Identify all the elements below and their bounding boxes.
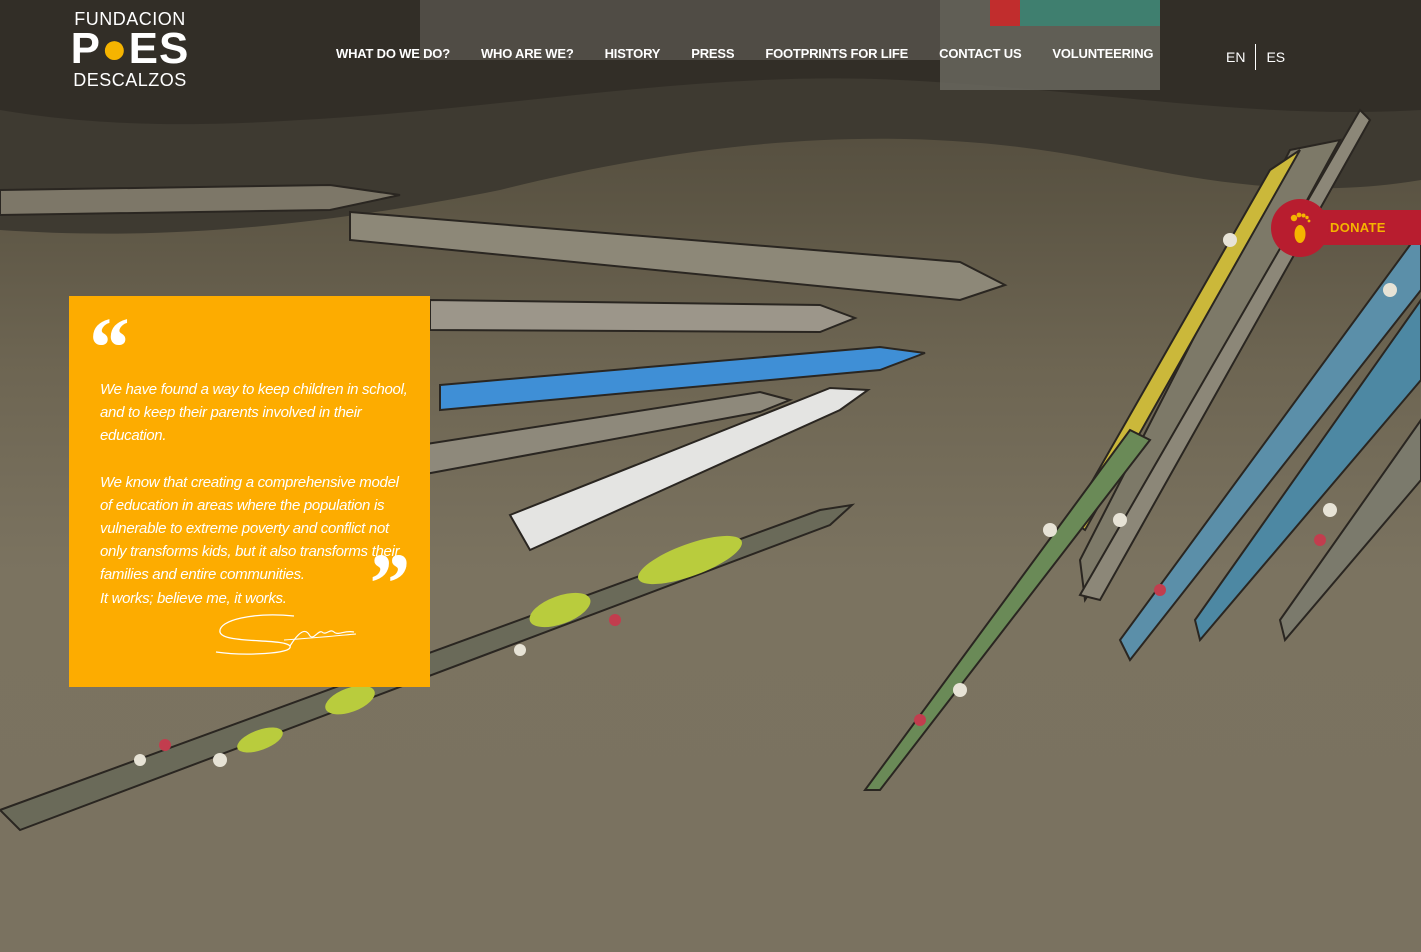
nav-item-contact-us[interactable]: CONTACT US bbox=[939, 46, 1021, 64]
logo-line-2: P●ES bbox=[70, 24, 190, 73]
logo-line-3: DESCALZOS bbox=[73, 70, 187, 90]
donate-label: DONATE bbox=[1330, 220, 1386, 235]
language-es-link[interactable]: ES bbox=[1266, 49, 1285, 65]
language-en-link[interactable]: EN bbox=[1226, 49, 1245, 65]
language-switcher: EN ES bbox=[1226, 44, 1285, 70]
donate-button[interactable]: DONATE bbox=[1271, 199, 1421, 257]
quote-box: “ We have found a way to keep children i… bbox=[69, 296, 430, 687]
nav-item-who-are-we[interactable]: WHO ARE WE? bbox=[481, 46, 574, 64]
language-divider bbox=[1255, 44, 1257, 70]
main-navigation: WHAT DO WE DO? WHO ARE WE? HISTORY PRESS… bbox=[336, 46, 1184, 64]
nav-item-what-do-we-do[interactable]: WHAT DO WE DO? bbox=[336, 46, 450, 64]
nav-item-history[interactable]: HISTORY bbox=[605, 46, 661, 64]
nav-item-volunteering[interactable]: VOLUNTEERING bbox=[1052, 46, 1153, 64]
quote-paragraph-3: It works; believe me, it works. bbox=[100, 590, 287, 607]
footprint-icon bbox=[1290, 212, 1311, 243]
fundacion-pies-descalzos-logo[interactable]: FUNDACION P●ES DESCALZOS bbox=[69, 9, 191, 95]
nav-item-press[interactable]: PRESS bbox=[691, 46, 734, 64]
signature-icon bbox=[215, 614, 357, 655]
quote-paragraph-1: We have found a way to keep children in … bbox=[100, 381, 408, 444]
logo-footprint-icon: ● bbox=[101, 24, 129, 73]
nav-item-footprints-for-life[interactable]: FOOTPRINTS FOR LIFE bbox=[765, 46, 908, 64]
quote-paragraph-2: We know that creating a comprehensive mo… bbox=[100, 474, 400, 583]
close-quote-mark: ” bbox=[365, 535, 408, 631]
